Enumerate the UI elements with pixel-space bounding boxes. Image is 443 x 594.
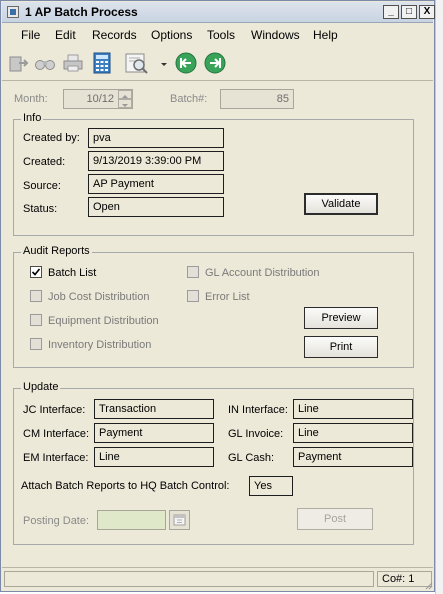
batch-list-label: Batch List — [48, 267, 97, 279]
info-legend: Info — [21, 112, 44, 124]
minimize-button[interactable]: _ — [383, 5, 399, 19]
menu-records[interactable]: Records — [92, 28, 137, 42]
menu-options[interactable]: Options — [151, 28, 192, 42]
app-window-icon — [7, 6, 19, 18]
posting-date-label: Posting Date: — [23, 515, 90, 527]
status-label: Status: — [23, 203, 58, 215]
exit-icon[interactable] — [7, 52, 29, 74]
first-record-icon[interactable] — [175, 52, 197, 74]
batch-process-window: 1 AP Batch Process _ □ X File Edit Recor… — [0, 0, 435, 592]
cm-interface-field: Payment — [94, 423, 214, 443]
menu-help[interactable]: Help — [313, 28, 338, 42]
last-record-icon[interactable] — [204, 52, 226, 74]
em-interface-label: EM Interface: — [23, 452, 89, 464]
maximize-button[interactable]: □ — [401, 5, 417, 19]
spin-down-icon — [118, 99, 132, 108]
status-bar: Co#: 1 — [2, 567, 433, 590]
error-list-label: Error List — [205, 291, 250, 303]
post-button[interactable]: Post — [297, 508, 373, 530]
month-spinner — [118, 90, 132, 108]
attach-reports-field[interactable]: Yes — [249, 476, 293, 496]
batch-label: Batch#: — [170, 93, 208, 105]
gl-cash-field: Payment — [293, 447, 413, 467]
update-legend: Update — [21, 381, 61, 393]
created-by-label: Created by: — [23, 132, 80, 144]
created-label: Created: — [23, 156, 66, 168]
gl-cash-label: GL Cash: — [228, 452, 275, 464]
resize-grip-icon[interactable] — [423, 580, 433, 590]
calculator-icon[interactable] — [91, 52, 113, 74]
audit-reports-legend: Audit Reports — [21, 245, 92, 257]
printer-icon[interactable] — [62, 52, 84, 74]
em-interface-field: Line — [94, 447, 214, 467]
menu-bar: File Edit Records Options Tools Windows … — [2, 23, 433, 45]
validate-button[interactable]: Validate — [304, 193, 378, 215]
window-title: 1 AP Batch Process — [25, 5, 138, 19]
equipment-label: Equipment Distribution — [48, 315, 159, 327]
calendar-button[interactable] — [169, 510, 190, 530]
calendar-icon — [173, 514, 186, 526]
gl-account-checkbox[interactable] — [187, 266, 199, 278]
jc-interface-field: Transaction — [94, 399, 214, 419]
spin-up-icon — [118, 90, 132, 99]
toolbar — [2, 46, 433, 81]
job-cost-label: Job Cost Distribution — [48, 291, 150, 303]
inventory-checkbox[interactable] — [30, 338, 42, 350]
batch-list-checkbox[interactable] — [30, 266, 42, 278]
job-cost-checkbox[interactable] — [30, 290, 42, 302]
equipment-checkbox[interactable] — [30, 314, 42, 326]
posting-date-field[interactable] — [97, 510, 166, 530]
status-message-panel — [4, 571, 374, 587]
background-window-edge — [435, 0, 443, 594]
status-field: Open — [88, 197, 224, 217]
created-field: 9/13/2019 3:39:00 PM — [88, 151, 224, 171]
print-preview-icon[interactable] — [124, 52, 154, 74]
menu-edit[interactable]: Edit — [55, 28, 76, 42]
month-label: Month: — [14, 93, 48, 105]
close-button[interactable]: X — [419, 5, 435, 19]
source-label: Source: — [23, 180, 61, 192]
menu-tools[interactable]: Tools — [207, 28, 235, 42]
inventory-label: Inventory Distribution — [48, 339, 152, 351]
gl-invoice-field: Line — [293, 423, 413, 443]
source-field: AP Payment — [88, 174, 224, 194]
error-list-checkbox[interactable] — [187, 290, 199, 302]
menu-windows[interactable]: Windows — [251, 28, 300, 42]
in-interface-label: IN Interface: — [228, 404, 288, 416]
jc-interface-label: JC Interface: — [23, 404, 86, 416]
title-bar[interactable]: 1 AP Batch Process _ □ X — [2, 2, 435, 23]
dropdown-arrow-icon[interactable] — [160, 52, 168, 74]
binoculars-icon[interactable] — [34, 52, 56, 74]
gl-invoice-label: GL Invoice: — [228, 428, 284, 440]
preview-button[interactable]: Preview — [304, 307, 378, 329]
attach-reports-label: Attach Batch Reports to HQ Batch Control… — [21, 480, 230, 492]
print-button[interactable]: Print — [304, 336, 378, 358]
batch-number-field: 85 — [220, 89, 294, 109]
gl-account-label: GL Account Distribution — [205, 267, 320, 279]
created-by-field: pva — [88, 128, 224, 148]
in-interface-field: Line — [293, 399, 413, 419]
checkmark-icon — [31, 268, 41, 276]
cm-interface-label: CM Interface: — [23, 428, 90, 440]
menu-file[interactable]: File — [21, 28, 40, 42]
